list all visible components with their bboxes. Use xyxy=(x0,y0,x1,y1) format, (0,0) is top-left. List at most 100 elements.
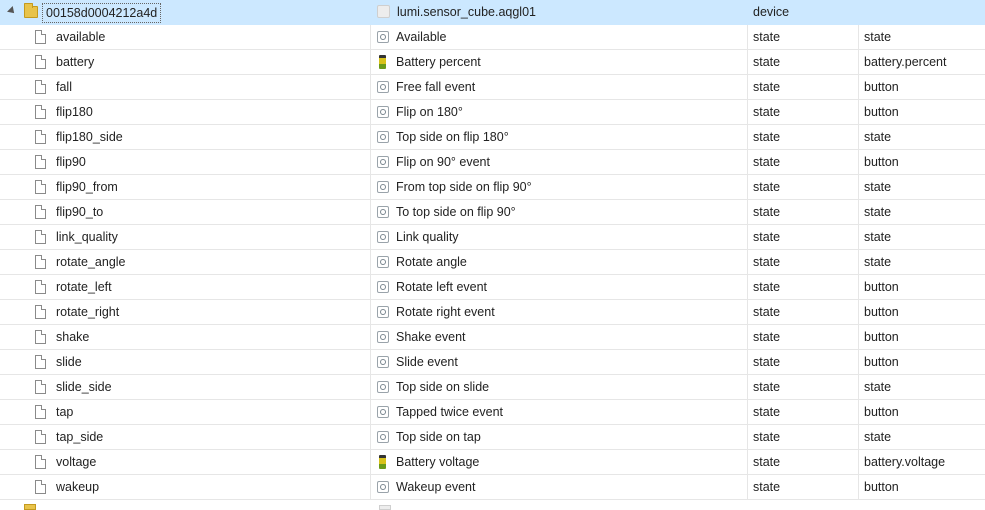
state-name-cell[interactable]: To top side on flip 90° xyxy=(370,200,747,224)
state-name-cell[interactable]: Rotate right event xyxy=(370,300,747,324)
state-name-cell[interactable]: From top side on flip 90° xyxy=(370,175,747,199)
state-name-cell[interactable]: Battery percent xyxy=(370,50,747,74)
state-type-cell[interactable]: button xyxy=(858,300,985,324)
state-name-cell[interactable]: Top side on slide xyxy=(370,375,747,399)
state-type-cell[interactable]: button xyxy=(858,400,985,424)
state-role-cell[interactable]: state xyxy=(747,275,858,299)
state-type-cell[interactable]: button xyxy=(858,100,985,124)
state-row[interactable]: battery Battery percent state battery.perce… xyxy=(0,50,985,75)
state-role-cell[interactable]: state xyxy=(747,350,858,374)
state-role-cell[interactable]: state xyxy=(747,200,858,224)
state-role-cell[interactable]: state xyxy=(747,375,858,399)
state-type-cell[interactable]: state xyxy=(858,200,985,224)
state-id-cell[interactable]: wakeup xyxy=(0,475,370,499)
state-name-cell[interactable]: Tapped twice event xyxy=(370,400,747,424)
state-role-cell[interactable]: state xyxy=(747,150,858,174)
state-id-cell[interactable]: rotate_right xyxy=(0,300,370,324)
state-row[interactable]: rotate_angle Rotate angle state state xyxy=(0,250,985,275)
state-name-cell[interactable]: Top side on tap xyxy=(370,425,747,449)
state-name-cell[interactable]: Free fall event xyxy=(370,75,747,99)
device-type-cell[interactable] xyxy=(858,0,985,24)
state-id-cell[interactable]: flip180 xyxy=(0,100,370,124)
state-id-cell[interactable]: link_quality xyxy=(0,225,370,249)
state-row[interactable]: flip90 Flip on 90° event state button xyxy=(0,150,985,175)
state-id-cell[interactable]: fall xyxy=(0,75,370,99)
state-row[interactable]: link_quality Link quality state state xyxy=(0,225,985,250)
state-type-cell[interactable]: battery.percent xyxy=(858,50,985,74)
state-name-cell[interactable]: Available xyxy=(370,25,747,49)
state-role-cell[interactable]: state xyxy=(747,175,858,199)
state-type-cell[interactable]: state xyxy=(858,125,985,149)
state-role-cell[interactable]: state xyxy=(747,25,858,49)
state-id-cell[interactable]: shake xyxy=(0,325,370,349)
state-row[interactable]: voltage Battery voltage state battery.volta… xyxy=(0,450,985,475)
device-row[interactable]: 00158d0004212a4d lumi.sensor_cube.aqgl01… xyxy=(0,0,985,25)
state-row[interactable]: wakeup Wakeup event state button xyxy=(0,475,985,500)
state-type-cell[interactable]: button xyxy=(858,475,985,499)
device-id-cell[interactable]: 00158d0004212a4d xyxy=(0,0,370,24)
state-id-cell[interactable]: tap xyxy=(0,400,370,424)
state-role-cell[interactable]: state xyxy=(747,400,858,424)
state-type-cell[interactable]: button xyxy=(858,275,985,299)
state-type-cell[interactable]: state xyxy=(858,225,985,249)
state-role-cell[interactable]: state xyxy=(747,450,858,474)
state-type-cell[interactable]: button xyxy=(858,325,985,349)
state-role-cell[interactable]: state xyxy=(747,325,858,349)
state-row[interactable]: slide Slide event state button xyxy=(0,350,985,375)
state-type-cell[interactable]: button xyxy=(858,150,985,174)
state-row[interactable]: rotate_left Rotate left event state button xyxy=(0,275,985,300)
device-name-cell[interactable]: lumi.sensor_cube.aqgl01 xyxy=(370,0,747,24)
state-id-cell[interactable]: battery xyxy=(0,50,370,74)
state-row[interactable]: tap Tapped twice event state button xyxy=(0,400,985,425)
state-name-cell[interactable]: Shake event xyxy=(370,325,747,349)
state-id-cell[interactable]: voltage xyxy=(0,450,370,474)
state-id-cell[interactable]: flip180_side xyxy=(0,125,370,149)
state-type-cell[interactable]: state xyxy=(858,250,985,274)
state-id-cell[interactable]: rotate_left xyxy=(0,275,370,299)
state-type-cell[interactable]: state xyxy=(858,425,985,449)
state-name-cell[interactable]: Top side on flip 180° xyxy=(370,125,747,149)
state-id-cell[interactable]: flip90_to xyxy=(0,200,370,224)
state-type-cell[interactable]: state xyxy=(858,175,985,199)
state-name-cell[interactable]: Rotate left event xyxy=(370,275,747,299)
state-name-cell[interactable]: Flip on 90° event xyxy=(370,150,747,174)
state-type-cell[interactable]: state xyxy=(858,25,985,49)
state-role-cell[interactable]: state xyxy=(747,475,858,499)
state-row[interactable]: slide_side Top side on slide state state xyxy=(0,375,985,400)
state-id-cell[interactable]: available xyxy=(0,25,370,49)
state-name-cell[interactable]: Rotate angle xyxy=(370,250,747,274)
device-role-cell[interactable]: device xyxy=(747,0,858,24)
collapse-arrow-icon[interactable] xyxy=(7,6,17,16)
state-id-cell[interactable]: slide xyxy=(0,350,370,374)
state-id-cell[interactable]: flip90 xyxy=(0,150,370,174)
state-role-cell[interactable]: state xyxy=(747,300,858,324)
state-row[interactable]: rotate_right Rotate right event state butto… xyxy=(0,300,985,325)
state-name-cell[interactable]: Flip on 180° xyxy=(370,100,747,124)
state-type-cell[interactable]: battery.voltage xyxy=(858,450,985,474)
state-role-cell[interactable]: state xyxy=(747,425,858,449)
state-row[interactable]: flip180_side Top side on flip 180° state st… xyxy=(0,125,985,150)
state-role-cell[interactable]: state xyxy=(747,75,858,99)
state-id-cell[interactable]: slide_side xyxy=(0,375,370,399)
state-row[interactable]: flip90_from From top side on flip 90° stat… xyxy=(0,175,985,200)
state-id-cell[interactable]: tap_side xyxy=(0,425,370,449)
state-name-cell[interactable]: Slide event xyxy=(370,350,747,374)
state-row[interactable]: available Available state state xyxy=(0,25,985,50)
state-row[interactable]: flip90_to To top side on flip 90° state sta… xyxy=(0,200,985,225)
state-name-cell[interactable]: Link quality xyxy=(370,225,747,249)
state-role-cell[interactable]: state xyxy=(747,50,858,74)
state-type-cell[interactable]: button xyxy=(858,75,985,99)
state-name-cell[interactable]: Wakeup event xyxy=(370,475,747,499)
state-id-cell[interactable]: flip90_from xyxy=(0,175,370,199)
state-row[interactable]: fall Free fall event state button xyxy=(0,75,985,100)
state-role-cell[interactable]: state xyxy=(747,225,858,249)
state-type-cell[interactable]: button xyxy=(858,350,985,374)
state-role-cell[interactable]: state xyxy=(747,100,858,124)
state-id-cell[interactable]: rotate_angle xyxy=(0,250,370,274)
state-row[interactable]: flip180 Flip on 180° state button xyxy=(0,100,985,125)
state-name-cell[interactable]: Battery voltage xyxy=(370,450,747,474)
state-role-cell[interactable]: state xyxy=(747,250,858,274)
state-type-cell[interactable]: state xyxy=(858,375,985,399)
state-role-cell[interactable]: state xyxy=(747,125,858,149)
state-row[interactable]: tap_side Top side on tap state state xyxy=(0,425,985,450)
